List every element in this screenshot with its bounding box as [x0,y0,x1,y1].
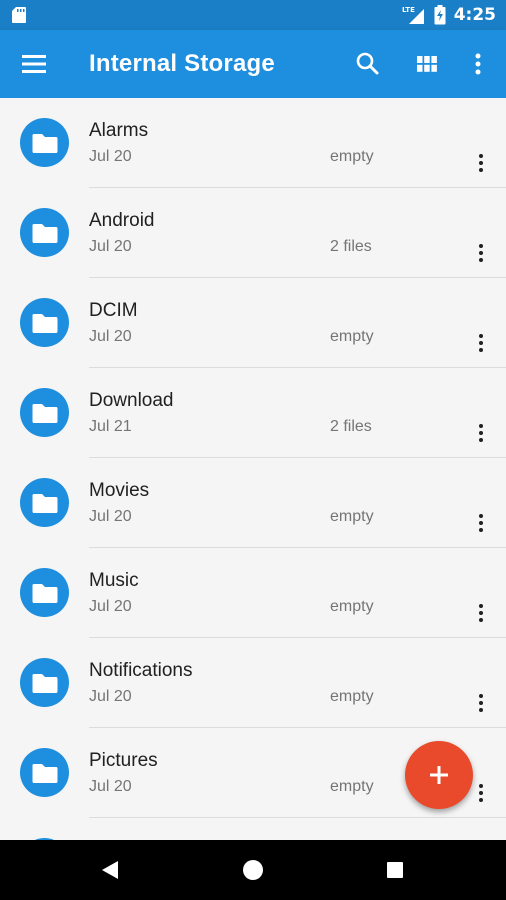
folder-date: Jul 20 [89,598,132,615]
grid-view-button[interactable] [411,48,443,80]
folder-row[interactable]: Movies Jul 20 empty [0,458,506,548]
folder-date: Jul 20 [89,688,132,705]
folder-name: Android [89,210,155,231]
home-button[interactable] [238,855,268,885]
grid-view-icon [417,56,437,72]
folder-row[interactable]: Notifications Jul 20 empty [0,638,506,728]
network-label: LTE [402,6,415,14]
folder-row[interactable]: Android Jul 20 2 files [0,188,506,278]
folder-icon [32,763,57,783]
folder-size: empty [330,598,374,615]
menu-icon [22,55,46,73]
row-more-button[interactable] [470,602,492,624]
file-list[interactable]: Alarms Jul 20 empty Android Jul 20 2 fil… [0,98,506,840]
folder-row[interactable]: DCIM Jul 20 empty [0,278,506,368]
folder-icon [32,673,57,693]
folder-icon [32,493,57,513]
folder-row[interactable]: Music Jul 20 empty [0,548,506,638]
folder-row[interactable] [0,818,506,840]
folder-avatar [20,478,69,527]
row-more-button[interactable] [470,782,492,804]
row-more-button[interactable] [470,512,492,534]
sd-card-icon [12,7,26,23]
folder-date: Jul 20 [89,778,132,795]
row-more-button[interactable] [470,332,492,354]
folder-size: 2 files [330,238,372,255]
app-bar: Internal Storage [0,30,506,98]
add-fab-button[interactable] [405,741,473,809]
folder-size: empty [330,508,374,525]
folder-name: Movies [89,480,150,501]
folder-avatar [20,388,69,437]
search-button[interactable] [352,48,384,80]
folder-icon [32,133,57,153]
folder-date: Jul 21 [89,418,132,435]
folder-date: Jul 20 [89,148,132,165]
lte-signal-icon: LTE [402,6,424,24]
recents-icon [387,862,403,878]
folder-avatar [20,298,69,347]
folder-size: empty [330,688,374,705]
folder-icon [32,313,57,333]
row-more-button[interactable] [470,152,492,174]
folder-date: Jul 20 [89,328,132,345]
folder-avatar [20,118,69,167]
status-time: 4:25 [453,5,496,25]
folder-size: empty [330,148,374,165]
folder-avatar [20,658,69,707]
folder-row[interactable]: Alarms Jul 20 empty [0,98,506,188]
folder-name: Pictures [89,750,158,771]
folder-date: Jul 20 [89,238,132,255]
row-more-button[interactable] [470,242,492,264]
recents-button[interactable] [380,855,410,885]
status-bar: LTE 4:25 [0,0,506,30]
more-vert-icon [475,53,481,75]
folder-icon [32,403,57,423]
folder-name: Alarms [89,120,149,141]
folder-size: 2 files [330,418,372,435]
folder-name: Music [89,570,139,591]
add-icon [430,766,448,784]
home-icon [243,860,263,880]
folder-icon [32,223,57,243]
folder-avatar [20,208,69,257]
folder-name: Notifications [89,660,193,681]
folder-name: DCIM [89,300,138,321]
back-button[interactable] [95,855,125,885]
menu-button[interactable] [18,51,52,77]
folder-date: Jul 20 [89,508,132,525]
folder-name: Download [89,390,174,411]
folder-size: empty [330,778,374,795]
folder-size: empty [330,328,374,345]
row-more-button[interactable] [470,422,492,444]
search-icon [356,52,379,75]
overflow-menu-button[interactable] [462,48,494,80]
folder-row[interactable]: Download Jul 21 2 files [0,368,506,458]
folder-avatar [20,748,69,797]
folder-avatar [20,568,69,617]
system-nav-bar [0,840,506,900]
battery-charging-icon [434,5,446,25]
back-icon [102,861,118,879]
page-title: Internal Storage [89,50,275,77]
row-more-button[interactable] [470,692,492,714]
folder-icon [32,583,57,603]
